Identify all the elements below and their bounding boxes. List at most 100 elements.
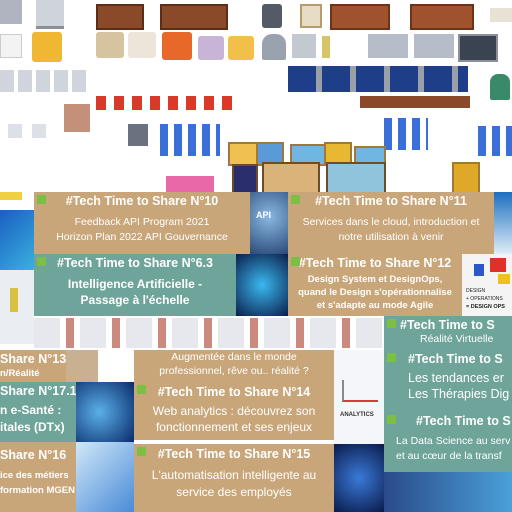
design-label: DESIGN	[466, 288, 486, 294]
brand-badge-icon	[387, 353, 396, 362]
card-subtitle: quand le Design s'opérationnalise	[298, 287, 452, 298]
pixel-tileset	[0, 0, 512, 200]
card-tech-share-15[interactable]: #Tech Time to Share N°15 L'automatisatio…	[134, 444, 334, 512]
card-subtitle: L'automatisation intelligente au	[151, 468, 317, 482]
sofa-sprite	[128, 32, 156, 58]
card-title: #Tech Time to S	[416, 414, 511, 428]
card-subtitle: ice des métiers	[0, 470, 69, 481]
bookshelf-sprite	[160, 4, 228, 30]
brand-badge-icon	[137, 447, 146, 456]
card-title: Share N°17.1	[0, 384, 76, 398]
card-right-vr[interactable]: #Tech Time to S Réalité Virtuelle	[384, 316, 512, 350]
blue-plants-sprite	[384, 118, 428, 150]
thumbnail-ai-head	[236, 254, 288, 316]
plates-sprite	[0, 70, 90, 92]
card-tech-share-13[interactable]: Share N°13 n/Réalité	[0, 350, 66, 382]
wall-block-sprite	[64, 104, 90, 132]
brand-badge-icon	[387, 415, 396, 424]
yellow-face-sprite	[0, 192, 22, 200]
thumbnail-people-network	[76, 442, 134, 512]
card-tech-share-16[interactable]: Share N°16 ice des métiers formation MGE…	[0, 442, 76, 512]
thumbnail-network	[494, 192, 512, 254]
bottle-sprite	[322, 36, 330, 58]
sofa-sprite	[96, 32, 124, 58]
brand-badge-icon	[291, 257, 300, 266]
card-title: #Tech Time to S	[400, 318, 495, 332]
frame-flowers-sprite	[228, 142, 258, 166]
frame-landscape-sprite	[326, 162, 386, 194]
card-subtitle: Horizon Plan 2022 API Gouvernance	[56, 231, 228, 243]
blue-plants-sprite	[478, 126, 512, 156]
dresser-sprite	[330, 4, 390, 30]
cabinet-sprite	[368, 34, 408, 58]
cabinet-sprite	[414, 34, 454, 58]
card-title: #Tech Time to Share N°10	[65, 194, 219, 208]
card-tech-share-12[interactable]: #Tech Time to Share N°12 Design System e…	[288, 254, 462, 316]
card-tech-share-11[interactable]: #Tech Time to Share N°11 Services dans l…	[288, 192, 494, 254]
thumbnail-api: API	[250, 192, 288, 254]
card-subtitle: fonctionnement et ses enjeux	[155, 420, 313, 434]
brand-badge-icon	[37, 195, 46, 204]
card-title: #Tech Time to Share N°15	[157, 447, 311, 461]
lamp-sprite	[262, 34, 286, 60]
card-tech-share-17-1[interactable]: Share N°17.1 n e-Santé : itales (DTx)	[0, 382, 76, 442]
yellow-seat-sprite	[32, 32, 62, 62]
plant-sprite	[490, 74, 510, 100]
brand-badge-icon	[291, 195, 300, 204]
card-right-data-science[interactable]: #Tech Time to S La Data Science au serv …	[384, 412, 512, 472]
thumbnail-analytics: ANALYTICS	[334, 350, 384, 444]
blue-plants-sprite	[160, 124, 220, 156]
card-subtitle: La Data Science au serv	[396, 435, 511, 447]
card-subtitle: notre utilisation à venir	[338, 231, 444, 243]
card-title: Share N°16	[0, 448, 67, 462]
pink-faces-sprite	[166, 176, 214, 192]
design-sub-label: + OPERATIONS	[466, 296, 503, 302]
mug-sprite	[32, 124, 46, 138]
card-augmented-reality[interactable]: Augmentée dans le monde professionnel, r…	[134, 350, 334, 382]
thumbnail-hand-tech	[76, 382, 134, 442]
card-subtitle: Web analytics : découvrez son	[152, 404, 316, 418]
card-subtitle: Feedback API Program 2021	[74, 216, 210, 228]
brand-badge-icon	[137, 385, 146, 394]
card-subtitle: Les Thérapies Dig	[408, 387, 510, 401]
card-subtitle: Passage à l'échelle	[80, 293, 190, 307]
card-title: #Tech Time to S	[408, 352, 503, 366]
card-subtitle: Intelligence Artificielle -	[67, 277, 203, 291]
brand-badge-icon	[387, 319, 396, 328]
card-title: #Tech Time to Share N°12	[298, 256, 452, 270]
thumbnail-automation	[334, 444, 384, 512]
chair-sprite	[262, 4, 282, 28]
card-subtitle: et au cœur de la transf	[396, 450, 502, 462]
card-tech-share-10[interactable]: #Tech Time to Share N°10 Feedback API Pr…	[34, 192, 250, 254]
world-map-sprite	[262, 162, 320, 194]
analytics-label: ANALYTICS	[340, 412, 374, 418]
card-right-trends[interactable]: #Tech Time to S Les tendances er Les Thé…	[384, 350, 512, 412]
card-tech-share-14[interactable]: #Tech Time to Share N°14 Web analytics :…	[134, 382, 334, 440]
thumbnail-data-science	[384, 472, 512, 512]
api-label: API	[256, 210, 272, 220]
pot-sprite	[128, 124, 148, 146]
orange-chair-sprite	[162, 32, 192, 60]
sunflower-sprite	[452, 162, 480, 194]
card-tech-share-6-3[interactable]: #Tech Time to Share N°6.3 Intelligence A…	[34, 254, 236, 316]
thumbnail-design-ops: DESIGN + OPERATIONS = DESIGN OPS	[462, 254, 512, 316]
dresser-sprite	[410, 4, 474, 30]
mug-sprite	[8, 124, 22, 138]
card-subtitle: n/Réalité	[0, 368, 40, 379]
brand-badge-icon	[37, 257, 46, 266]
thumbnail-vr	[66, 350, 98, 382]
card-subtitle: Design System et DesignOps,	[307, 274, 443, 285]
card-title: #Tech Time to Share N°11	[315, 194, 467, 208]
card-subtitle: et s'adapte au mode Agile	[316, 300, 434, 311]
card-subtitle: Les tendances er	[408, 371, 504, 385]
red-dots-sprite	[96, 96, 236, 110]
tv-sprite	[458, 34, 498, 62]
card-subtitle: service des employés	[176, 485, 292, 499]
desk-sprite	[360, 96, 470, 108]
card-subtitle: Réalité Virtuelle	[420, 333, 494, 345]
monitor-row-sprite	[288, 66, 468, 92]
yellow-chair-sprite	[228, 36, 254, 60]
design-ops-label: = DESIGN OPS	[466, 304, 505, 310]
card-subtitle: n e-Santé :	[0, 403, 62, 417]
wall-panel-sprite	[36, 0, 64, 29]
